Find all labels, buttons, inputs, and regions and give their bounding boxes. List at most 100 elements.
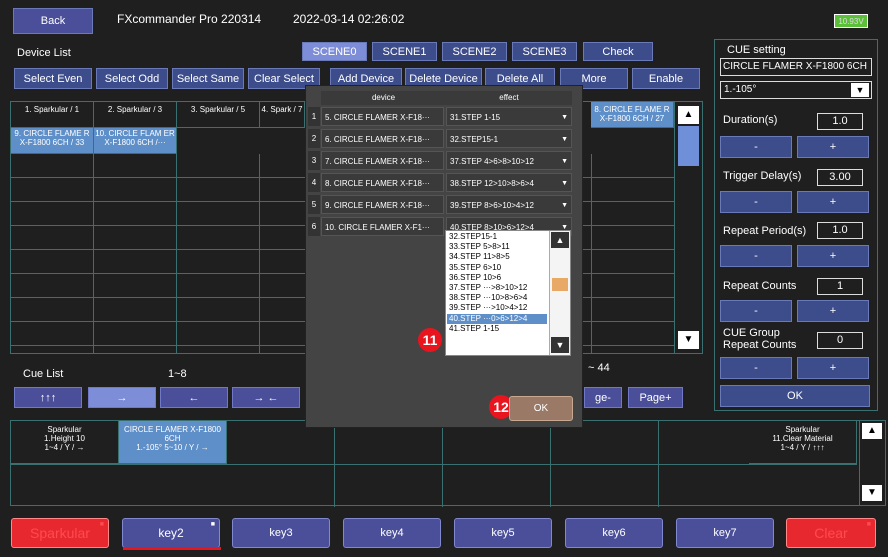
- repeat-counts-plus-button[interactable]: +: [797, 300, 869, 322]
- effect-option[interactable]: 41.STEP 1-15: [447, 324, 547, 334]
- cue-ok-button[interactable]: OK: [720, 385, 870, 407]
- scroll-down-icon[interactable]: ▼: [551, 337, 569, 353]
- page-plus-button[interactable]: Page+: [628, 387, 683, 408]
- effect-option[interactable]: 34.STEP 11>8>5: [447, 252, 547, 262]
- row-device[interactable]: 5. CIRCLE FLAMER X-F18···: [321, 107, 444, 126]
- cue-group-repeat-value[interactable]: 0: [817, 332, 863, 349]
- cue-cell-value: 1~4 / Y / →: [44, 443, 85, 452]
- cue-cell[interactable]: Sparkular 1.Height 10 1~4 / Y / →: [11, 421, 119, 464]
- key-sparkular[interactable]: Sparkular ■: [11, 518, 109, 548]
- device-cell[interactable]: 10. CIRCLE FLAM ER X-F1800 6CH /···: [94, 128, 177, 154]
- row-device[interactable]: 8. CIRCLE FLAMER X-F18···: [321, 173, 444, 192]
- page-minus-button[interactable]: ge-: [584, 387, 622, 408]
- cue-cell-effect: 11.Clear Material: [772, 434, 833, 443]
- cue-setting-panel: CUE setting CIRCLE FLAMER X-F1800 6CH 1.…: [714, 39, 878, 411]
- key-key3[interactable]: key3: [232, 518, 330, 548]
- cue-group-plus-button[interactable]: +: [797, 357, 869, 379]
- angle-select[interactable]: 1.-105° ▼: [720, 81, 872, 99]
- key-clear[interactable]: Clear ■: [786, 518, 876, 548]
- effect-option[interactable]: 38.STEP ···10>8>6>4: [447, 293, 547, 303]
- scene3-tab[interactable]: SCENE3: [512, 42, 577, 61]
- repeat-counts-value[interactable]: 1: [817, 278, 863, 295]
- device-scrollbar[interactable]: ▲ ▼: [674, 102, 702, 353]
- device-cell[interactable]: 1. Sparkular / 1: [11, 102, 94, 128]
- repeat-period-value[interactable]: 1.0: [817, 222, 863, 239]
- trigger-delay-plus-button[interactable]: +: [797, 191, 869, 213]
- scroll-down-icon[interactable]: ▼: [862, 485, 882, 501]
- row-effect-value: 39.STEP 8>6>10>4>12: [450, 201, 534, 210]
- scene2-tab[interactable]: SCENE2: [442, 42, 507, 61]
- check-button[interactable]: Check: [583, 42, 653, 61]
- key-key4[interactable]: key4: [343, 518, 441, 548]
- trigger-delay-label: Trigger Delay(s): [723, 170, 802, 182]
- back-button[interactable]: Back: [13, 8, 93, 34]
- row-device[interactable]: 6. CIRCLE FLAMER X-F18···: [321, 129, 444, 148]
- effect-option[interactable]: 40.STEP ···0>6>12>4: [447, 313, 547, 324]
- cue-top-button[interactable]: ↑↑↑: [14, 387, 82, 408]
- row-device[interactable]: 9. CIRCLE FLAMER X-F18···: [321, 195, 444, 214]
- dialog-ok-button[interactable]: OK: [509, 396, 573, 421]
- row-effect-value: 31.STEP 1-15: [450, 113, 501, 122]
- cue-scrollbar[interactable]: ▲ ▼: [859, 421, 885, 505]
- duration-value[interactable]: 1.0: [817, 113, 863, 130]
- trigger-delay-minus-button[interactable]: -: [720, 191, 792, 213]
- scroll-down-icon[interactable]: ▼: [678, 331, 699, 349]
- cue-swap-button[interactable]: → ←: [232, 387, 300, 408]
- dropdown-scrollbar[interactable]: ▲ ▼: [549, 231, 570, 355]
- select-odd-button[interactable]: Select Odd: [96, 68, 168, 89]
- device-cell[interactable]: 3. Sparkular / 5: [177, 102, 260, 128]
- dropdown-arrow-icon: ▼: [561, 180, 568, 187]
- row-effect-value: 38.STEP 12>10>8>6>4: [450, 179, 534, 188]
- effect-option[interactable]: 37.STEP ···>8>10>12: [447, 283, 547, 293]
- row-effect-select[interactable]: 31.STEP 1-15 ▼: [446, 107, 572, 126]
- repeat-period-label: Repeat Period(s): [723, 225, 807, 237]
- row-device[interactable]: 7. CIRCLE FLAMER X-F18···: [321, 151, 444, 170]
- row-effect-select[interactable]: 38.STEP 12>10>8>6>4 ▼: [446, 173, 572, 192]
- key-key2[interactable]: key2 ■: [122, 518, 221, 550]
- scroll-up-icon[interactable]: ▲: [862, 423, 882, 439]
- row-effect-select[interactable]: 37.STEP 4>6>8>10>12 ▼: [446, 151, 572, 170]
- effect-option[interactable]: 33.STEP 5>8>11: [447, 242, 547, 252]
- cue-cell[interactable]: CIRCLE FLAMER X-F1800 6CH 1.-105° 5~10 /…: [119, 421, 227, 464]
- scroll-up-icon[interactable]: ▲: [678, 106, 699, 124]
- scene0-tab[interactable]: SCENE0: [302, 42, 367, 61]
- key-key7[interactable]: key7: [676, 518, 774, 548]
- scroll-thumb[interactable]: [678, 126, 699, 166]
- key-label: key2: [158, 526, 184, 540]
- cue-group-minus-button[interactable]: -: [720, 357, 792, 379]
- duration-minus-button[interactable]: -: [720, 136, 792, 158]
- effect-option[interactable]: 39.STEP ···>10>4>12: [447, 303, 547, 313]
- device-cell[interactable]: 4. Spark / 7: [260, 102, 305, 128]
- cue-device-field[interactable]: CIRCLE FLAMER X-F1800 6CH: [720, 58, 872, 76]
- effect-option[interactable]: 36.STEP 10>6: [447, 273, 547, 283]
- select-same-button[interactable]: Select Same: [172, 68, 244, 89]
- device-cell[interactable]: 9. CIRCLE FLAME R X-F1800 6CH / 33: [11, 128, 94, 154]
- cue-grid: Sparkular 1.Height 10 1~4 / Y / → CIRCLE…: [10, 420, 886, 507]
- scene1-tab[interactable]: SCENE1: [372, 42, 437, 61]
- duration-plus-button[interactable]: +: [797, 136, 869, 158]
- col-header-device: device: [321, 91, 446, 105]
- key-key5[interactable]: key5: [454, 518, 552, 548]
- trigger-delay-value[interactable]: 3.00: [817, 169, 863, 186]
- effect-option[interactable]: 32.STEP15-1: [447, 232, 547, 242]
- key-key6[interactable]: key6: [565, 518, 663, 548]
- scroll-up-icon[interactable]: ▲: [551, 232, 569, 248]
- cue-grid-row-line: [11, 464, 857, 465]
- effect-dropdown-list[interactable]: 32.STEP15-1 33.STEP 5>8>11 34.STEP 11>8>5 3…: [445, 230, 571, 356]
- scroll-thumb[interactable]: [552, 278, 568, 291]
- enable-button[interactable]: Enable: [632, 68, 700, 89]
- effect-option[interactable]: 35.STEP 6>10: [447, 263, 547, 273]
- device-cell[interactable]: 8. CIRCLE FLAME R X-F1800 6CH / 27: [591, 102, 674, 128]
- row-device[interactable]: 10. CIRCLE FLAMER X-F1···: [321, 217, 444, 236]
- row-effect-select[interactable]: 32.STEP15-1 ▼: [446, 129, 572, 148]
- device-cell[interactable]: 2. Sparkular / 3: [94, 102, 177, 128]
- row-effect-select[interactable]: 39.STEP 8>6>10>4>12 ▼: [446, 195, 572, 214]
- repeat-period-minus-button[interactable]: -: [720, 245, 792, 267]
- repeat-period-plus-button[interactable]: +: [797, 245, 869, 267]
- cue-move-left-button[interactable]: ←: [160, 387, 228, 408]
- key-label: Clear: [814, 525, 848, 541]
- cue-move-right-button[interactable]: →: [88, 387, 156, 408]
- select-even-button[interactable]: Select Even: [14, 68, 92, 89]
- repeat-counts-minus-button[interactable]: -: [720, 300, 792, 322]
- cue-cell[interactable]: Sparkular 11.Clear Material 1~4 / Y / ↑↑…: [749, 421, 857, 464]
